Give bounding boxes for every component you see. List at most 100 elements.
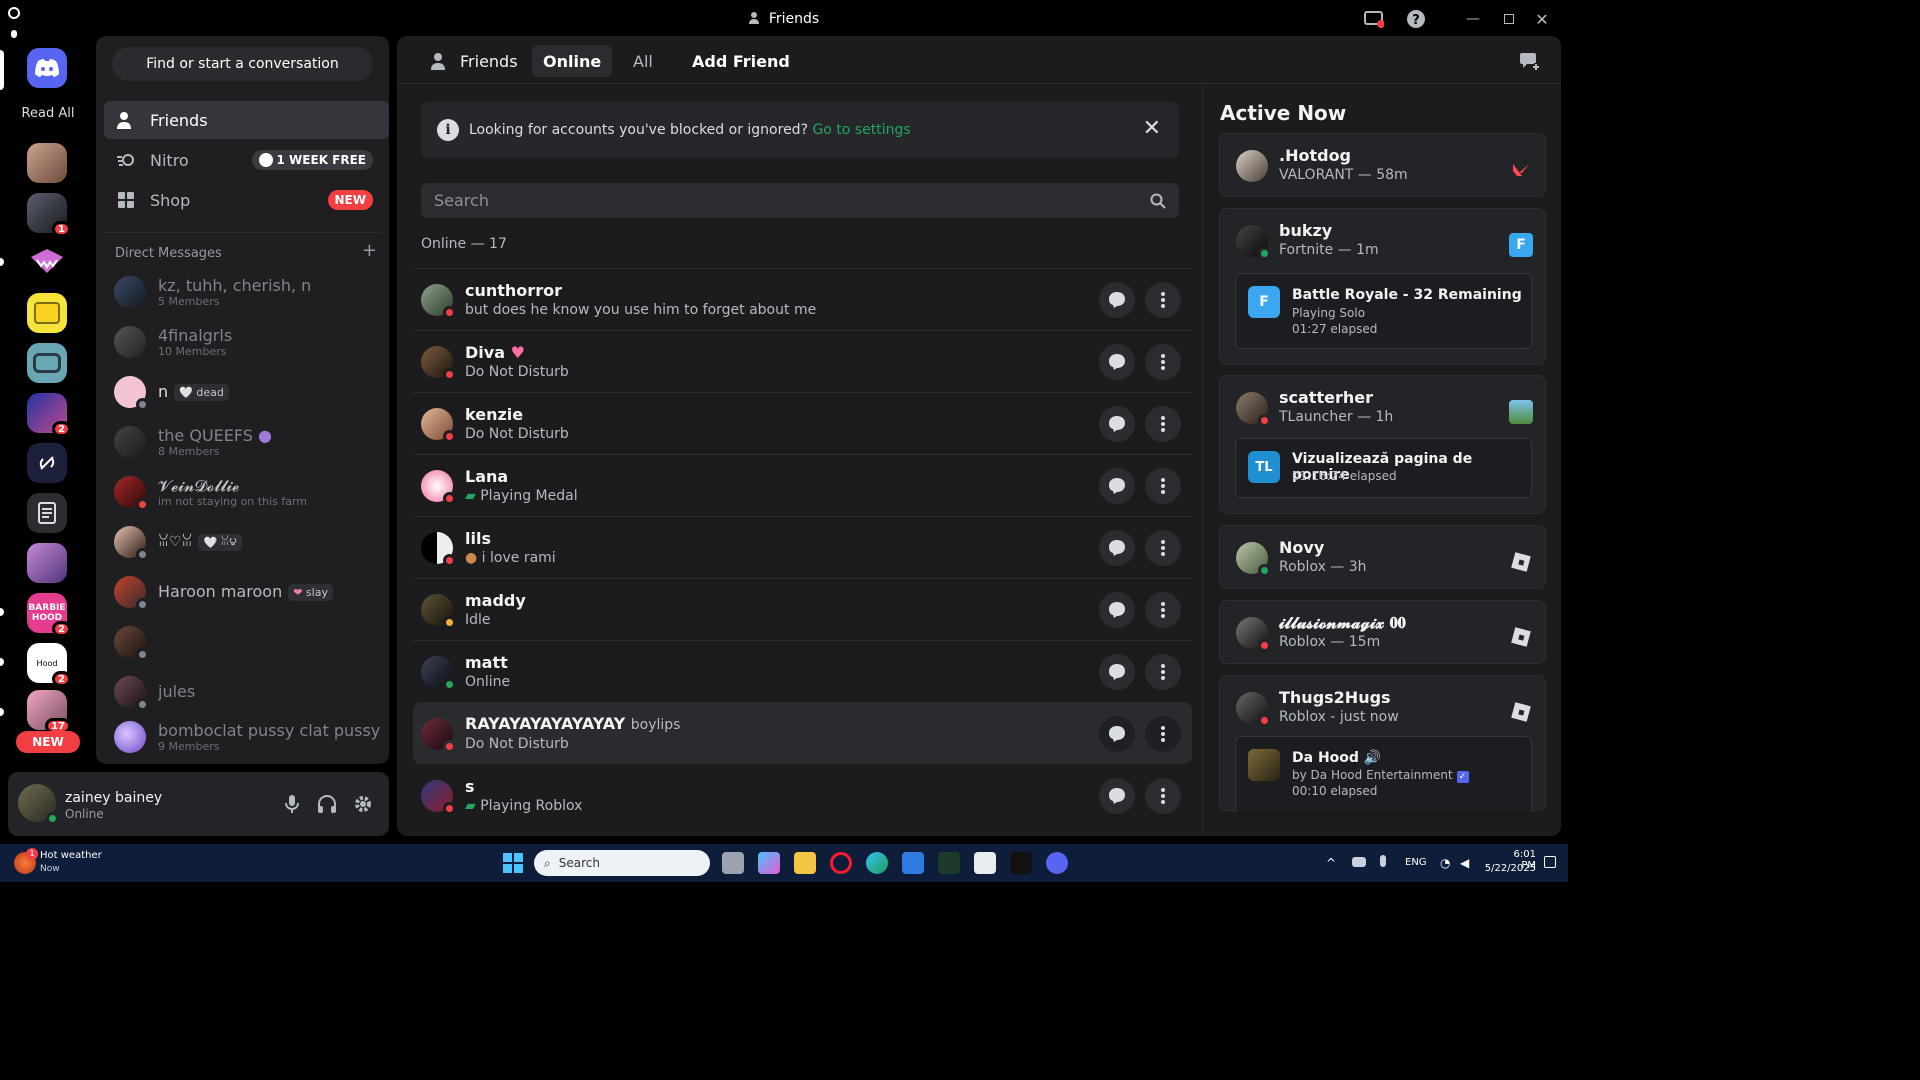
opera-icon[interactable] xyxy=(830,852,852,874)
friend-row[interactable]: maddy Idle xyxy=(413,578,1192,640)
search-input[interactable]: Search xyxy=(421,183,1179,218)
notepad-icon[interactable] xyxy=(974,852,996,874)
nav-nitro[interactable]: Nitro 1 WEEK FREE xyxy=(104,141,389,179)
discord-taskbar-icon[interactable] xyxy=(1046,852,1068,874)
dm-row[interactable]: ꈍ♡ꈍ 🤍 ꈍ౪ xyxy=(104,520,381,564)
tab-add-friend[interactable]: Add Friend xyxy=(681,45,801,77)
language-indicator[interactable]: ENG xyxy=(1405,857,1427,868)
new-servers-badge[interactable]: NEW xyxy=(16,731,80,753)
read-all-button[interactable]: Read All xyxy=(0,106,96,121)
weather-title[interactable]: Hot weather xyxy=(40,850,102,861)
dm-row[interactable]: Haroon maroon ❤ slay xyxy=(104,570,381,614)
message-button[interactable] xyxy=(1099,406,1135,442)
close-window-button[interactable]: ✕ xyxy=(1529,8,1555,30)
more-options-button[interactable] xyxy=(1145,344,1181,380)
dm-row[interactable]: jules xyxy=(104,670,381,714)
discord-home-button[interactable] xyxy=(27,48,67,88)
find-conversation-button[interactable]: Find or start a conversation xyxy=(112,47,373,81)
dm-row[interactable] xyxy=(104,620,381,664)
more-options-button[interactable] xyxy=(1145,654,1181,690)
server-icon[interactable] xyxy=(27,443,67,483)
server-icon[interactable]: BARBIE HOOD 2 xyxy=(27,593,71,637)
go-to-settings-link[interactable]: Go to settings xyxy=(812,122,910,138)
nav-shop[interactable]: Shop NEW xyxy=(104,181,389,219)
friend-row[interactable]: kenzie Do Not Disturb xyxy=(413,392,1192,454)
tab-online[interactable]: Online xyxy=(532,45,613,77)
copilot-icon[interactable] xyxy=(758,852,780,874)
tab-all[interactable]: All xyxy=(622,45,664,77)
notifications-icon[interactable] xyxy=(1544,856,1556,868)
server-icon[interactable] xyxy=(27,343,67,383)
help-icon[interactable]: ? xyxy=(1403,8,1429,30)
more-options-button[interactable] xyxy=(1145,716,1181,752)
tray-chevron-icon[interactable]: ^ xyxy=(1326,856,1336,870)
activity-card[interactable]: Thugs2Hugs Roblox - just now Da Hood 🔊 b… xyxy=(1219,675,1546,812)
friend-row[interactable]: lils ● i love rami xyxy=(413,516,1192,578)
message-button[interactable] xyxy=(1099,468,1135,504)
dm-row[interactable]: bomboclat pussy clat pussy 9 Members xyxy=(104,715,381,759)
nav-friends[interactable]: Friends xyxy=(104,101,389,139)
task-view-icon[interactable] xyxy=(722,852,744,874)
start-windows-icon[interactable] xyxy=(502,852,524,874)
friend-row[interactable]: Lana ▰ Playing Medal xyxy=(413,454,1192,516)
network-tray-icon[interactable] xyxy=(1352,857,1366,867)
message-button[interactable] xyxy=(1099,282,1135,318)
screen-share-icon[interactable] xyxy=(1361,8,1387,30)
server-icon[interactable]: 1 xyxy=(27,193,71,237)
taskbar-search-input[interactable]: ⌕ Search xyxy=(534,850,710,876)
create-dm-icon[interactable]: + xyxy=(362,240,377,261)
store-icon[interactable] xyxy=(902,852,924,874)
message-button[interactable] xyxy=(1099,530,1135,566)
activity-card[interactable]: 𝓲𝓵𝓵𝓾𝓼𝓲𝓸𝓷𝓶𝓪𝓰𝓲𝔁 𝟎𝟎 Roblox — 15m xyxy=(1219,600,1546,664)
more-options-button[interactable] xyxy=(1145,592,1181,628)
dm-row[interactable]: the QUEEFS ● 8 Members xyxy=(104,420,381,464)
message-button[interactable] xyxy=(1099,716,1135,752)
settings-gear-icon[interactable] xyxy=(353,794,373,814)
user-avatar[interactable] xyxy=(18,784,59,825)
tiktok-icon[interactable] xyxy=(1010,852,1032,874)
server-icon[interactable] xyxy=(27,293,67,333)
dm-row[interactable]: 𝓥𝓮𝓲𝓷𝓓𝓸𝓵𝓵𝓲𝓮 im not staying on this farm xyxy=(104,470,381,514)
wifi-icon[interactable]: ◔ xyxy=(1440,856,1450,870)
server-icon[interactable]: 17 xyxy=(27,690,71,734)
activity-card[interactable]: Novy Roblox — 3h xyxy=(1219,525,1546,589)
friend-row[interactable]: Diva ♥ Do Not Disturb xyxy=(413,330,1192,392)
more-options-button[interactable] xyxy=(1145,282,1181,318)
friend-row[interactable]: RAYAYAYAYAYAYAY boylips Do Not Disturb xyxy=(413,702,1192,764)
message-button[interactable] xyxy=(1099,344,1135,380)
activity-card[interactable]: scatterher TLauncher — 1h TL Vizualizeaz… xyxy=(1219,375,1546,514)
terminal-icon[interactable] xyxy=(938,852,960,874)
server-icon[interactable] xyxy=(27,493,67,533)
activity-card[interactable]: bukzy Fortnite — 1m F F Battle Royale - … xyxy=(1219,208,1546,365)
message-button[interactable] xyxy=(1099,778,1135,814)
dm-row[interactable]: n 🤍 dead xyxy=(104,370,381,414)
friend-row[interactable]: cunthorror but does he know you use him t… xyxy=(413,268,1192,330)
dm-row[interactable]: 4finalgrls 10 Members xyxy=(104,320,381,364)
server-icon[interactable]: Hood 2 xyxy=(27,643,71,687)
close-notice-icon[interactable]: ✕ xyxy=(1143,116,1161,141)
more-options-button[interactable] xyxy=(1145,468,1181,504)
message-button[interactable] xyxy=(1099,592,1135,628)
mic-tray-icon[interactable] xyxy=(1380,855,1386,867)
more-options-button[interactable] xyxy=(1145,406,1181,442)
minimize-button[interactable]: — xyxy=(1460,8,1486,30)
message-button[interactable] xyxy=(1099,654,1135,690)
server-icon[interactable] xyxy=(27,543,67,583)
maximize-button[interactable] xyxy=(1496,8,1522,30)
mic-icon[interactable] xyxy=(282,794,302,814)
clock-date[interactable]: 5/22/2025 xyxy=(1480,863,1536,874)
edge-icon[interactable] xyxy=(866,852,888,874)
new-group-dm-icon[interactable] xyxy=(1519,50,1541,72)
headphones-icon[interactable] xyxy=(317,794,337,814)
file-explorer-icon[interactable] xyxy=(794,852,816,874)
server-icon[interactable] xyxy=(27,143,67,183)
server-icon[interactable] xyxy=(27,243,67,283)
dm-row[interactable]: kz, tuhh, cherish, n5 Members xyxy=(104,270,381,314)
more-options-button[interactable] xyxy=(1145,530,1181,566)
friend-row[interactable]: s ▰ Playing Roblox xyxy=(413,764,1192,826)
activity-card[interactable]: .Hotdog VALORANT — 58m xyxy=(1219,133,1546,197)
friend-row[interactable]: matt Online xyxy=(413,640,1192,702)
server-icon[interactable]: 2 xyxy=(27,393,71,437)
more-options-button[interactable] xyxy=(1145,778,1181,814)
volume-icon[interactable]: ◀ xyxy=(1460,856,1469,870)
